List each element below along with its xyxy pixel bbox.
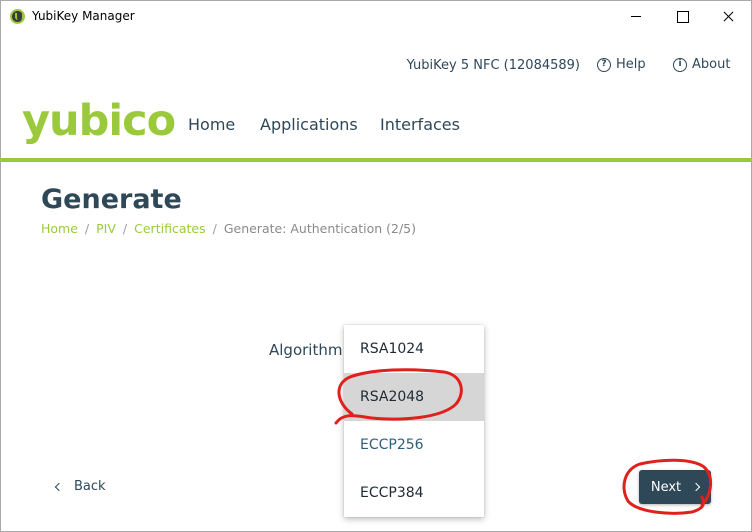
algorithm-label: Algorithm [269,341,343,359]
back-button[interactable]: Back [54,479,106,494]
window-title: YubiKey Manager [32,9,135,23]
option-eccp384[interactable]: ECCP384 [344,469,484,517]
breadcrumb-separator: / [84,221,90,236]
option-rsa2048[interactable]: RSA2048 [344,373,484,421]
maximize-icon[interactable] [659,1,705,32]
breadcrumb-separator: / [122,221,128,236]
option-eccp256[interactable]: ECCP256 [344,421,484,469]
help-link[interactable]: ? Help [597,57,646,72]
about-label: About [692,57,731,72]
nav-divider [0,158,752,162]
chevron-left-icon [54,482,64,491]
yubico-logo[interactable]: yubico [22,96,176,146]
minimize-icon[interactable] [613,1,659,32]
help-label: Help [616,57,646,72]
breadcrumb-home[interactable]: Home [41,221,78,236]
breadcrumb-separator: / [212,221,217,236]
help-icon: ? [597,57,611,72]
nav-applications[interactable]: Applications [260,115,358,134]
breadcrumb-certificates[interactable]: Certificates [134,221,205,236]
yubikey-app-icon [10,9,25,24]
title-bar: YubiKey Manager [0,0,752,31]
algorithm-dropdown-menu[interactable]: RSA1024 RSA2048 ECCP256 ECCP384 [344,325,484,517]
breadcrumb-piv[interactable]: PIV [96,221,116,236]
breadcrumb: Home / PIV / Certificates / Generate: Au… [41,221,416,236]
info-icon: i [673,57,687,72]
nav-interfaces[interactable]: Interfaces [380,115,460,134]
option-rsa1024[interactable]: RSA1024 [344,325,484,373]
back-label: Back [74,479,106,494]
about-link[interactable]: i About [673,57,730,72]
nav-home[interactable]: Home [188,115,235,134]
breadcrumb-current: Generate: Authentication (2/5) [223,221,416,236]
chevron-right-icon [691,482,701,492]
device-name: YubiKey 5 NFC (12084589) [406,58,580,73]
page-title: Generate [41,184,182,215]
close-icon[interactable] [705,1,751,32]
next-button[interactable]: Next [639,470,711,504]
next-label: Next [650,479,682,495]
